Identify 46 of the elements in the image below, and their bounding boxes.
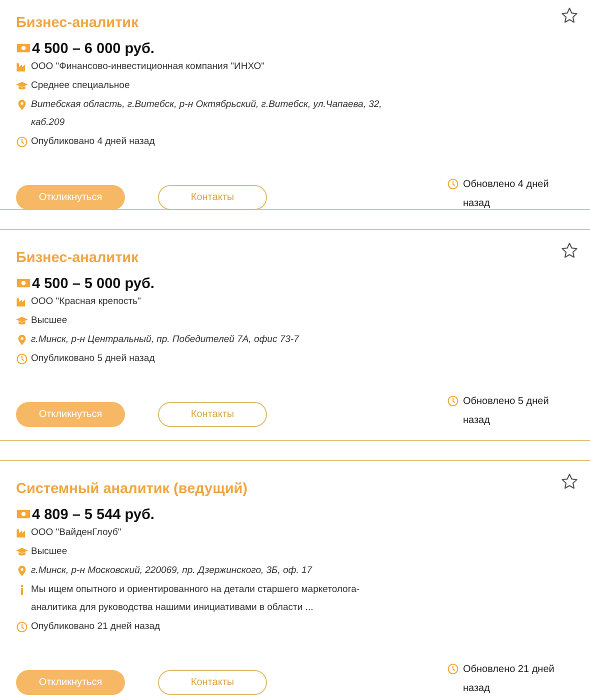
respond-button[interactable]: Откликнуться xyxy=(16,402,125,427)
published-date: Опубликовано 4 дней назад xyxy=(31,135,155,149)
vacancy-title[interactable]: Бизнес-аналитик xyxy=(16,15,138,31)
published-date: Опубликовано 5 дней назад xyxy=(31,352,155,366)
salary-range: 4 500 – 6 000 руб. xyxy=(32,40,154,56)
clock-icon xyxy=(447,663,459,675)
description-text: Мы ищем опытного и ориентированного на детали старшего маркетолога-аналитика для руководства нашими инициативами в области ... xyxy=(31,583,361,615)
salary-range: 4 809 – 5 544 руб. xyxy=(32,506,154,522)
graduation-cap-icon xyxy=(16,546,28,558)
location-pin-icon xyxy=(16,99,28,111)
company-name: ООО "Финансово-инвестиционная компания "ИНХО" xyxy=(31,60,264,74)
address-text: Витебская область, г.Витебск, р-н Октябрьский, г.Витебск, ул.Чапаева, 32, каб.209 xyxy=(31,98,383,130)
updated-date: Обновлено 4 дней назад xyxy=(463,178,550,211)
graduation-cap-icon xyxy=(16,315,28,327)
location-pin-icon xyxy=(16,565,28,577)
star-icon[interactable] xyxy=(561,7,578,24)
clock-icon xyxy=(447,395,459,407)
contacts-button[interactable]: Контакты xyxy=(158,402,267,427)
star-icon[interactable] xyxy=(561,242,578,259)
clock-icon xyxy=(16,621,28,633)
company-name: ООО "Красная крепость" xyxy=(31,295,141,309)
company-name: ООО "ВайденГлоуб" xyxy=(31,526,122,540)
education-level: Среднее специальное xyxy=(31,79,130,93)
star-icon[interactable] xyxy=(561,473,578,490)
salary-range: 4 500 – 5 000 руб. xyxy=(32,276,154,292)
factory-icon xyxy=(16,296,28,308)
clock-icon xyxy=(16,136,28,148)
vacancy-title[interactable]: Системный аналитик (ведущий) xyxy=(16,481,248,497)
address-text: г.Минск, р-н Центральный, пр. Победителей 7А, офис 73-7 xyxy=(31,333,299,347)
education-level: Высшее xyxy=(31,314,68,328)
clock-icon xyxy=(447,178,459,190)
factory-icon xyxy=(16,527,28,539)
respond-button[interactable]: Откликнуться xyxy=(16,185,125,210)
contacts-button[interactable]: Контакты xyxy=(158,670,267,695)
address-text: г.Минск, р-н Московский, 220069, пр. Дзержинского, 3Б, оф. 17 xyxy=(31,564,312,578)
vacancy-title[interactable]: Бизнес-аналитик xyxy=(16,250,138,266)
updated-date: Обновлено 21 дней назад xyxy=(463,663,556,696)
graduation-cap-icon xyxy=(16,80,28,92)
published-date: Опубликовано 21 дней назад xyxy=(31,620,160,634)
factory-icon xyxy=(16,61,28,73)
updated-date: Обновлено 5 дней назад xyxy=(463,395,550,428)
location-pin-icon xyxy=(16,334,28,346)
education-level: Высшее xyxy=(31,545,68,559)
clock-icon xyxy=(16,353,28,365)
respond-button[interactable]: Откликнуться xyxy=(16,670,125,695)
contacts-button[interactable]: Контакты xyxy=(158,185,267,210)
